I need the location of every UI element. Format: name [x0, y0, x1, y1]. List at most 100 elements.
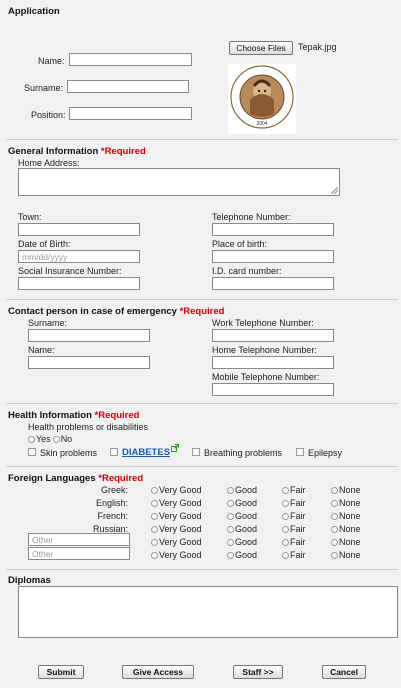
language-level-radio[interactable] — [227, 526, 234, 533]
language-level-radio[interactable] — [331, 500, 338, 507]
health-no-radio[interactable] — [52, 436, 60, 443]
resize-handle-icon[interactable] — [331, 187, 338, 194]
submit-button[interactable]: Submit — [38, 665, 84, 679]
language-level-radio[interactable] — [227, 513, 234, 520]
home-address-textarea[interactable] — [18, 168, 340, 196]
mobile-tel-input[interactable] — [212, 383, 334, 396]
language-other-2-option: None — [331, 550, 361, 560]
home-address-label: Home Address: — [18, 158, 80, 168]
home-tel-input[interactable] — [212, 356, 334, 369]
position-input[interactable] — [69, 107, 192, 120]
language-level-radio[interactable] — [151, 526, 158, 533]
language-level-radio[interactable] — [282, 526, 289, 533]
language-french-option: None — [331, 511, 361, 521]
language-level-label: Very Good — [159, 537, 202, 547]
language-greek-option: Fair — [282, 485, 306, 495]
dob-input[interactable]: mm/dd/yyyy — [18, 250, 140, 263]
language-level-label: Very Good — [159, 498, 202, 508]
general-info-heading: General Information *Required — [8, 146, 146, 157]
health-yes-radio[interactable] — [28, 436, 35, 443]
language-level-radio[interactable] — [151, 487, 158, 494]
language-other-2-option: Very Good — [151, 550, 202, 560]
language-level-radio[interactable] — [331, 487, 338, 494]
language-level-radio[interactable] — [282, 513, 289, 520]
health-yes-no-group: Yes No — [28, 434, 72, 444]
language-russian-option: None — [331, 524, 361, 534]
language-level-radio[interactable] — [227, 552, 234, 559]
external-link-icon[interactable] — [171, 444, 179, 452]
telephone-input[interactable] — [212, 223, 334, 236]
diabetes-checkbox[interactable] — [110, 448, 118, 456]
emergency-heading: Contact person in case of emergency *Req… — [8, 306, 224, 317]
surname-input[interactable] — [67, 80, 189, 93]
diabetes-link[interactable]: DIABETES — [122, 447, 170, 458]
emergency-surname-input[interactable] — [28, 329, 150, 342]
language-level-radio[interactable] — [331, 526, 338, 533]
social-insurance-label: Social Insurance Number: — [18, 266, 122, 276]
emergency-title: Contact person in case of emergency — [8, 306, 177, 317]
health-yes-label: Yes — [36, 434, 51, 444]
language-level-radio[interactable] — [282, 500, 289, 507]
choose-files-button[interactable]: Choose Files — [229, 41, 293, 55]
breathing-problems-checkbox[interactable] — [192, 448, 200, 456]
surname-label: Surname: — [24, 83, 64, 93]
required-marker: *Required — [94, 410, 140, 421]
language-level-label: None — [339, 498, 361, 508]
skin-problems-label: Skin problems — [40, 448, 98, 458]
language-english-option: Very Good — [151, 498, 202, 508]
emergency-name-input[interactable] — [28, 356, 150, 369]
language-russian-option: Very Good — [151, 524, 202, 534]
general-info-title: General Information — [8, 146, 99, 157]
language-level-radio[interactable] — [151, 539, 158, 546]
seal-year: 2004 — [256, 121, 268, 127]
language-english-label: English: — [95, 498, 128, 508]
language-level-radio[interactable] — [331, 539, 338, 546]
give-access-button[interactable]: Give Access — [122, 665, 194, 679]
languages-heading: Foreign Languages *Required — [8, 473, 143, 484]
language-level-radio[interactable] — [282, 487, 289, 494]
language-level-radio[interactable] — [151, 500, 158, 507]
language-level-label: Fair — [290, 524, 306, 534]
cancel-button[interactable]: Cancel — [322, 665, 366, 679]
health-no-label: No — [60, 434, 73, 444]
other-language-input-2[interactable]: Other — [28, 547, 130, 560]
place-of-birth-label: Place of birth: — [212, 239, 268, 249]
staff-button[interactable]: Staff >> — [233, 665, 283, 679]
language-level-label: Fair — [290, 485, 306, 495]
work-tel-input[interactable] — [212, 329, 334, 342]
language-greek-option: Very Good — [151, 485, 202, 495]
place-of-birth-input[interactable] — [212, 250, 334, 263]
diplomas-textarea[interactable] — [18, 586, 398, 638]
language-level-label: Fair — [290, 537, 306, 547]
language-level-radio[interactable] — [227, 539, 234, 546]
language-level-label: None — [339, 511, 361, 521]
photo-preview: 2004 — [228, 64, 296, 134]
language-english-option: None — [331, 498, 361, 508]
language-other-2-option: Good — [227, 550, 257, 560]
other-language-input-1[interactable]: Other — [28, 533, 130, 546]
id-card-input[interactable] — [212, 277, 334, 290]
health-question: Health problems or disabilities — [28, 422, 149, 432]
social-insurance-input[interactable] — [18, 277, 140, 290]
language-level-radio[interactable] — [282, 552, 289, 559]
name-input[interactable] — [69, 53, 192, 66]
language-level-label: Fair — [290, 511, 306, 521]
languages-title: Foreign Languages — [8, 473, 96, 484]
telephone-label: Telephone Number: — [212, 212, 291, 222]
language-level-radio[interactable] — [331, 552, 338, 559]
form-title: Application — [8, 6, 60, 17]
language-level-radio[interactable] — [227, 500, 234, 507]
required-marker: *Required — [98, 473, 144, 484]
language-level-label: Good — [235, 524, 258, 534]
language-level-radio[interactable] — [151, 513, 158, 520]
town-input[interactable] — [18, 223, 140, 236]
home-tel-label: Home Telephone Number: — [212, 345, 317, 355]
language-level-radio[interactable] — [282, 539, 289, 546]
language-level-radio[interactable] — [227, 487, 234, 494]
language-level-radio[interactable] — [151, 552, 158, 559]
language-level-label: None — [339, 524, 361, 534]
epilepsy-checkbox[interactable] — [296, 448, 304, 456]
language-french-label: French: — [97, 511, 128, 521]
skin-problems-checkbox[interactable] — [28, 448, 36, 456]
language-level-radio[interactable] — [331, 513, 338, 520]
